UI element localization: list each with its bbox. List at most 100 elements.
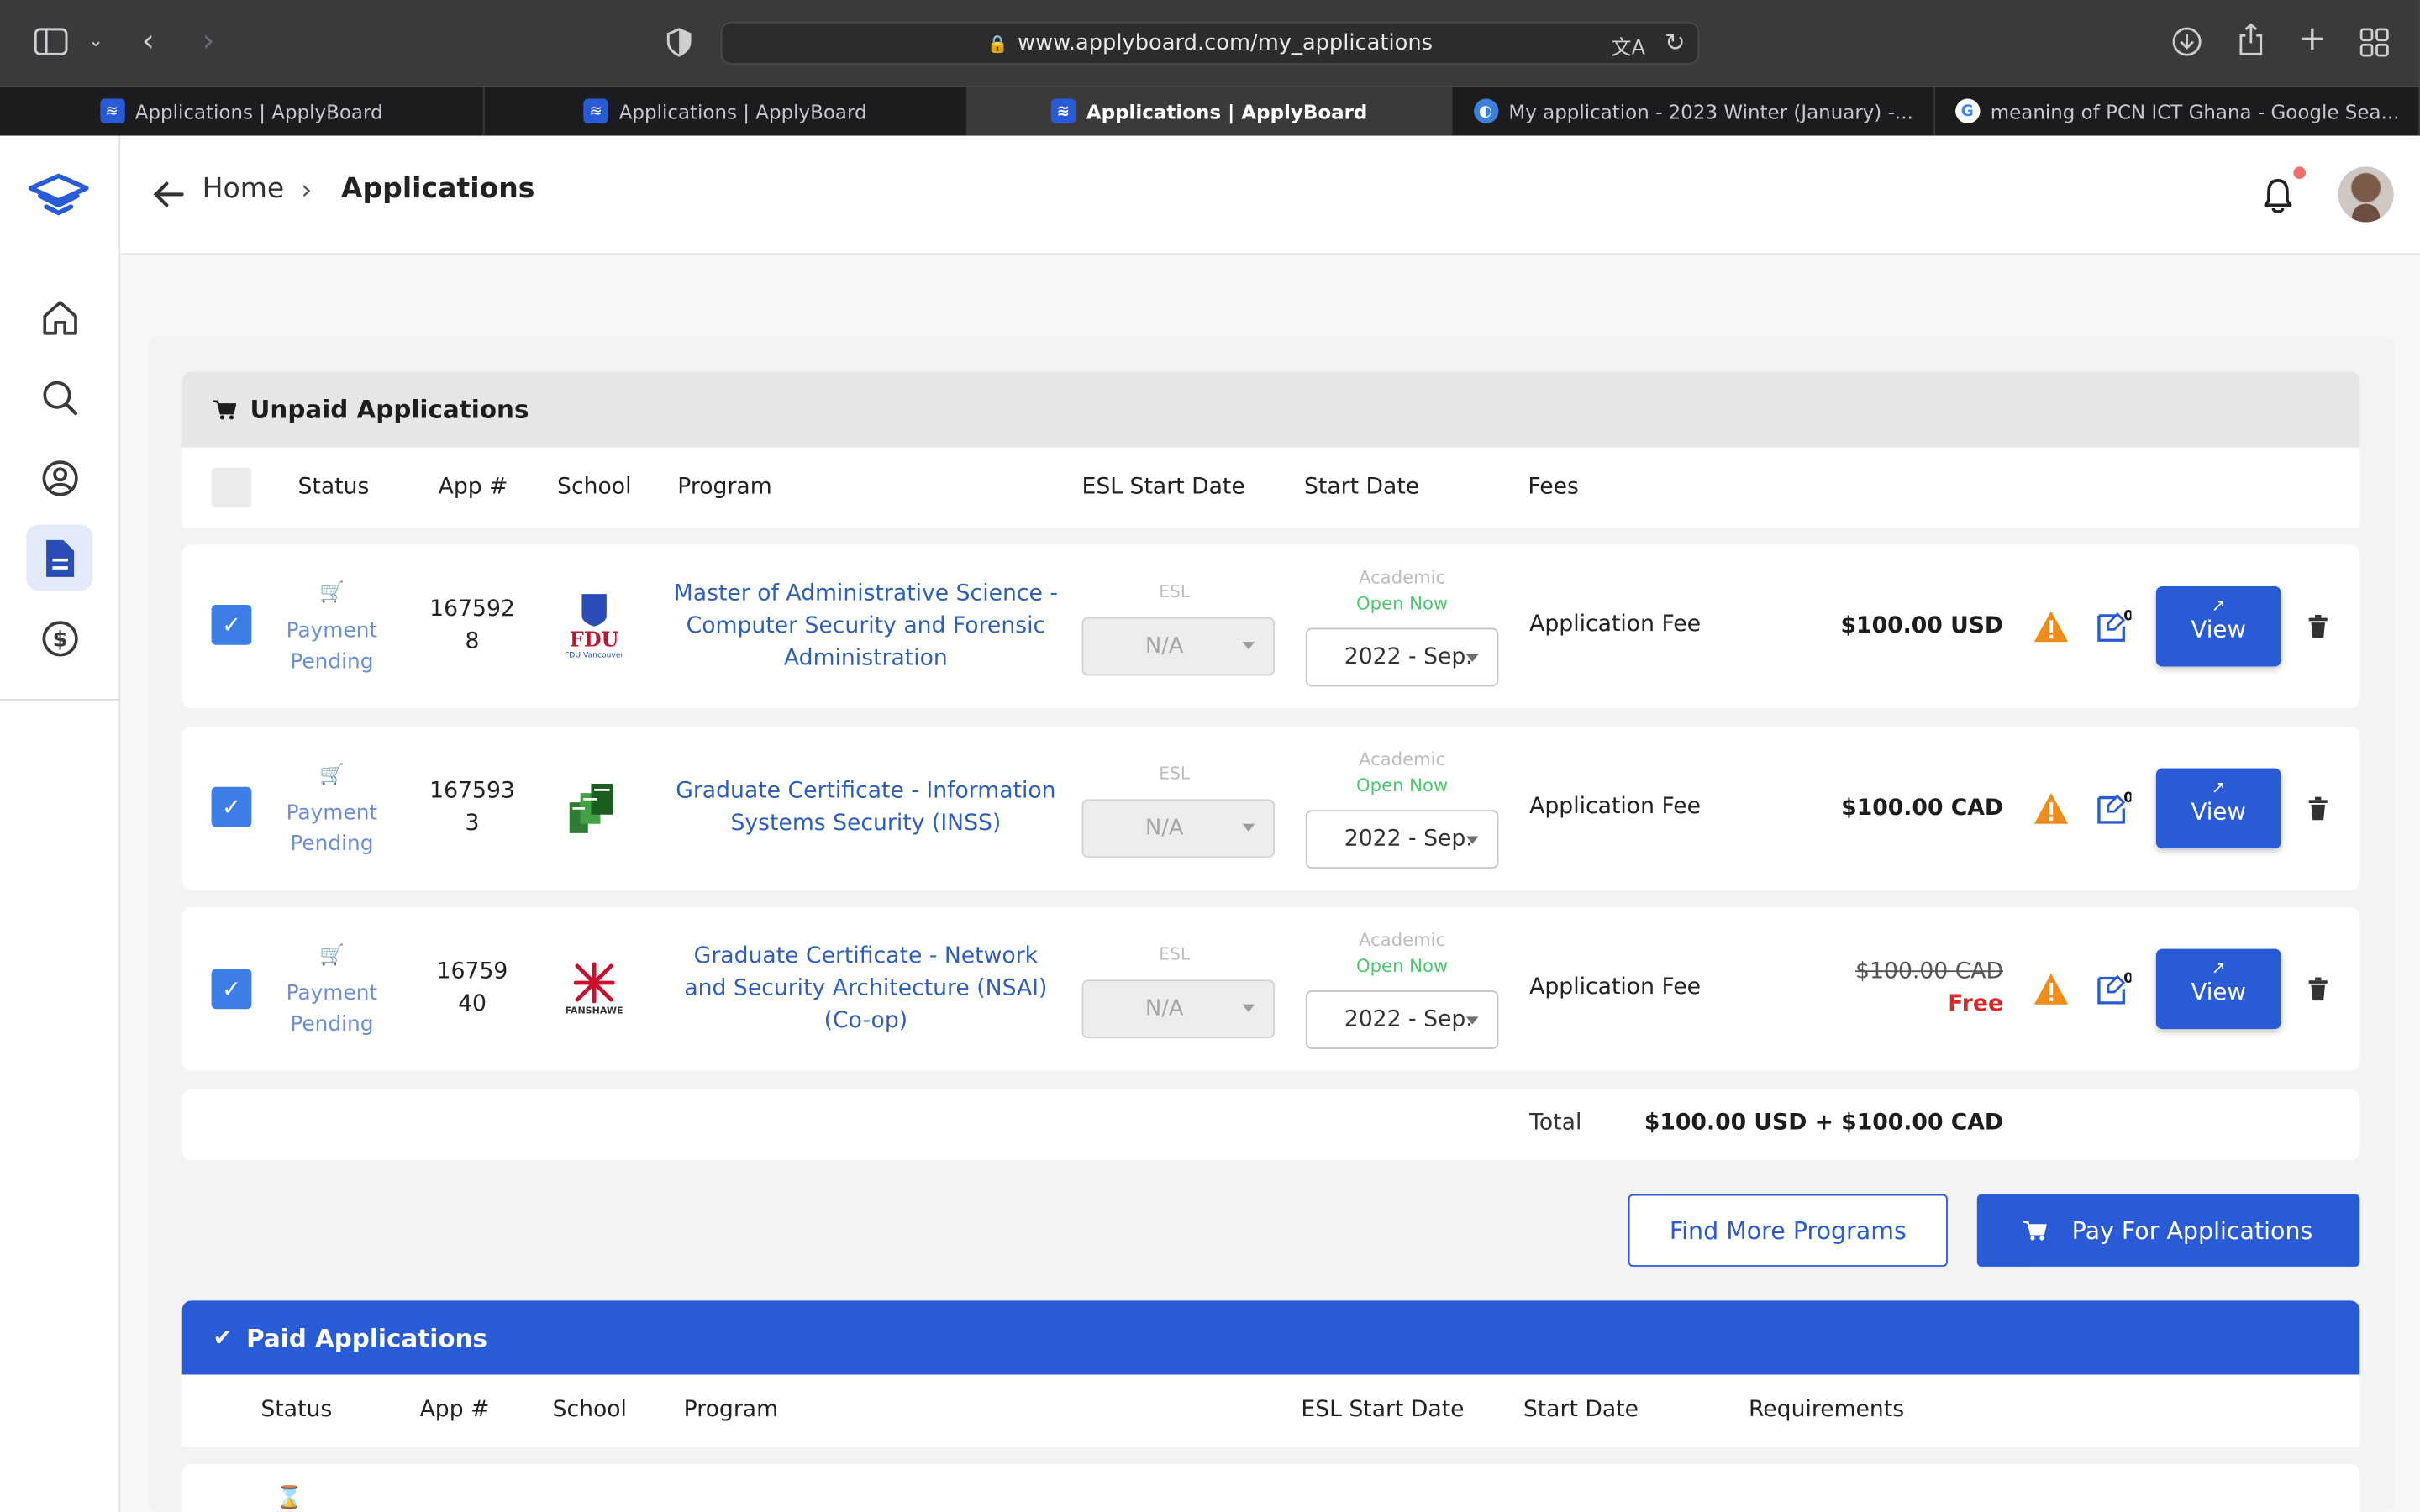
pay-for-applications-button[interactable]: Pay For Applications <box>1976 1194 2360 1267</box>
fee-name: Application Fee <box>1529 612 1702 638</box>
row-checkbox[interactable]: ✓ <box>211 604 252 645</box>
google-favicon-icon: G <box>1954 98 1980 123</box>
page-title: Applications <box>340 172 535 206</box>
back-arrow-icon[interactable] <box>153 181 184 208</box>
status-cell: 🛒 Payment Pending <box>270 941 393 1040</box>
warning-icon[interactable] <box>2033 791 2070 825</box>
notification-dot <box>2293 166 2307 180</box>
tab-overview-icon[interactable] <box>2360 28 2389 63</box>
translate-icon[interactable]: 文A <box>1612 31 1645 60</box>
fee-amount: $100.00 CAD Free <box>1855 957 2003 1021</box>
cart-icon: 🛒 <box>319 581 345 605</box>
svg-text:0: 0 <box>2123 608 2131 624</box>
unpaid-title: Unpaid Applications <box>250 395 529 425</box>
browser-tab[interactable]: ≋ Applications | ApplyBoard <box>484 86 968 136</box>
svg-text:FDU: FDU <box>570 628 619 652</box>
browser-tab[interactable]: ≋ Applications | ApplyBoard <box>0 86 484 136</box>
avatar[interactable] <box>2338 166 2394 223</box>
total-label: Total <box>1529 1110 1582 1136</box>
start-date-select[interactable]: 2022 - Sep. <box>1305 990 1499 1049</box>
app-sidebar: $ <box>0 135 121 1512</box>
svg-text:$: $ <box>52 627 67 652</box>
checkmark-icon: ✔ <box>213 1323 233 1352</box>
program-link[interactable]: Master of Administrative Science - Compu… <box>673 579 1059 676</box>
program-link[interactable]: Graduate Certificate - Network and Secur… <box>673 941 1059 1038</box>
tab-bar: ≋ Applications | ApplyBoard ≋ Applications… <box>0 86 2420 136</box>
total-value: $100.00 USD + $100.00 CAD <box>1644 1110 2004 1136</box>
browser-tab[interactable]: Gmeaning of PCN ICT Ghana - Google Sea..… <box>1936 86 2420 136</box>
nav-home[interactable] <box>26 284 92 350</box>
paid-section-header[interactable]: ✔ Paid Applications <box>182 1300 2360 1375</box>
school-logo: FANSHAWE <box>563 953 624 1024</box>
nav-profile[interactable] <box>26 444 92 511</box>
svg-text:FANSHAWE: FANSHAWE <box>566 1005 623 1016</box>
row-checkbox[interactable]: ✓ <box>211 969 252 1010</box>
paid-column-header: Status App # School Program ESL Start Da… <box>182 1374 2360 1447</box>
applyboard-logo-icon[interactable] <box>26 170 91 219</box>
share-icon[interactable] <box>2238 23 2264 64</box>
school-logo <box>563 773 624 843</box>
esl-label: ESL <box>1159 764 1191 785</box>
select-all-checkbox[interactable] <box>211 467 252 508</box>
external-link-icon: ↗ <box>2211 777 2226 798</box>
esl-select[interactable]: N/A <box>1081 617 1276 676</box>
browser-tab[interactable]: ◐ My application - 2023 Winter (January) … <box>1452 86 1936 136</box>
shield-icon[interactable] <box>666 28 692 63</box>
forward-icon[interactable]: › <box>203 24 215 55</box>
col-school: School <box>557 475 632 501</box>
bell-icon[interactable] <box>2263 177 2294 214</box>
esl-label: ESL <box>1159 581 1191 602</box>
app-number: 16759 40 <box>436 959 508 1017</box>
download-icon[interactable] <box>2171 26 2202 63</box>
browser-tab-active[interactable]: ≋ Applications | ApplyBoard <box>967 86 1452 136</box>
start-date-select[interactable]: 2022 - Sep. <box>1305 627 1499 687</box>
esl-select[interactable]: N/A <box>1081 979 1276 1039</box>
external-link-icon: ↗ <box>2211 595 2226 616</box>
notes-icon[interactable]: 0 <box>2094 790 2131 827</box>
nav-applications[interactable] <box>26 524 93 591</box>
chevron-right-icon: › <box>301 174 313 207</box>
breadcrumb-home[interactable]: Home <box>203 173 285 206</box>
nav-payments[interactable]: $ <box>26 605 92 671</box>
view-button[interactable]: ↗ View <box>2155 948 2281 1030</box>
reload-icon[interactable]: ↻ <box>1665 28 1686 57</box>
dollar-circle-icon: $ <box>41 620 77 656</box>
hourglass-icon: ⌛ <box>276 1485 303 1511</box>
trash-icon[interactable] <box>2307 614 2329 638</box>
start-date-select[interactable]: 2022 - Sep. <box>1305 810 1499 869</box>
svg-text:0: 0 <box>2123 970 2131 986</box>
cart-icon: 🛒 <box>319 764 345 787</box>
warning-icon[interactable] <box>2033 972 2070 1005</box>
warning-icon[interactable] <box>2033 609 2070 643</box>
external-link-icon: ↗ <box>2211 958 2226 979</box>
unpaid-column-header: Status App # School Program ESL Start Da… <box>182 447 2360 528</box>
app-number: 167592 8 <box>429 596 515 654</box>
sidebar-divider <box>0 699 121 701</box>
find-more-programs-button[interactable]: Find More Programs <box>1628 1194 1948 1267</box>
app-favicon-icon: ◐ <box>1473 98 1498 123</box>
applyboard-favicon-icon: ≋ <box>583 98 608 123</box>
cart-icon: 🛒 <box>319 944 345 968</box>
free-label: Free <box>1948 991 2004 1017</box>
cart-icon <box>213 400 237 420</box>
sidebar-toggle-icon[interactable] <box>34 28 68 61</box>
row-checkbox[interactable]: ✓ <box>211 786 252 827</box>
notes-icon[interactable]: 0 <box>2094 970 2131 1007</box>
view-button[interactable]: ↗ View <box>2155 585 2281 667</box>
chevron-down-icon[interactable]: ⌄ <box>88 31 103 50</box>
nav-search[interactable] <box>26 364 92 430</box>
trash-icon[interactable] <box>2307 796 2329 821</box>
trash-icon[interactable] <box>2307 977 2329 1001</box>
new-tab-icon[interactable]: + <box>2298 23 2327 57</box>
url-bar[interactable]: 🔒 www.applyboard.com/my_applications 文A … <box>720 21 1700 66</box>
unpaid-section-header: Unpaid Applications <box>182 371 2360 448</box>
back-icon[interactable]: ‹ <box>142 24 155 55</box>
col-program: Program <box>683 1398 779 1423</box>
paid-application-row: ⌛ <box>182 1464 2360 1512</box>
col-fees: Fees <box>1528 475 1579 501</box>
view-button[interactable]: ↗ View <box>2155 768 2281 849</box>
app-number: 167593 3 <box>429 779 515 837</box>
esl-select[interactable]: N/A <box>1081 799 1276 858</box>
notes-icon[interactable]: 0 <box>2094 608 2131 645</box>
program-link[interactable]: Graduate Certificate - Information Syste… <box>673 776 1059 841</box>
